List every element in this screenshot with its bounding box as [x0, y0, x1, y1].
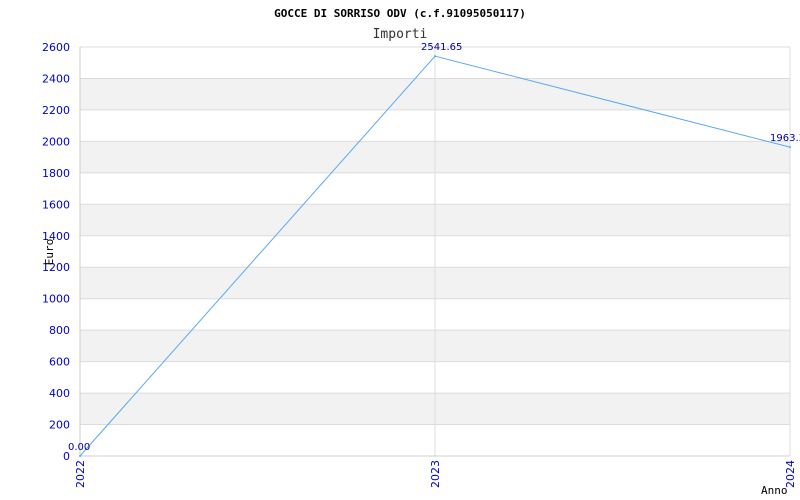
- data-label: 0.00: [68, 442, 90, 453]
- chart-subtitle: Importi: [373, 27, 428, 42]
- y-tick-label: 1000: [42, 293, 70, 306]
- y-tick-label: 2000: [42, 135, 70, 148]
- y-tick-label: 600: [49, 356, 70, 369]
- chart-title: GOCCE DI SORRISO ODV (c.f.91095050117): [274, 7, 526, 20]
- data-point: [434, 55, 436, 58]
- y-tick-label: 400: [49, 387, 70, 400]
- data-label: 1963.3: [770, 133, 800, 144]
- data-point: [789, 146, 791, 149]
- y-tick-label: 200: [49, 419, 70, 432]
- x-axis-label: Anno: [761, 484, 788, 497]
- x-tick-labels: 2022 2023 2024: [74, 460, 797, 488]
- y-tick-label: 1600: [42, 198, 70, 211]
- y-axis-label: Euro: [43, 239, 56, 266]
- y-tick-label: 2400: [42, 72, 70, 85]
- line-chart: 0200400600800100012001400160018002000220…: [42, 7, 800, 497]
- y-tick-label: 2600: [42, 41, 70, 54]
- x-tick-label: 2022: [74, 460, 87, 488]
- data-label: 2541.65: [421, 42, 462, 53]
- y-tick-label: 2200: [42, 104, 70, 117]
- x-tick-label: 2023: [429, 460, 442, 488]
- y-tick-label: 1800: [42, 167, 70, 180]
- data-point: [79, 455, 81, 457]
- y-tick-label: 800: [49, 324, 70, 337]
